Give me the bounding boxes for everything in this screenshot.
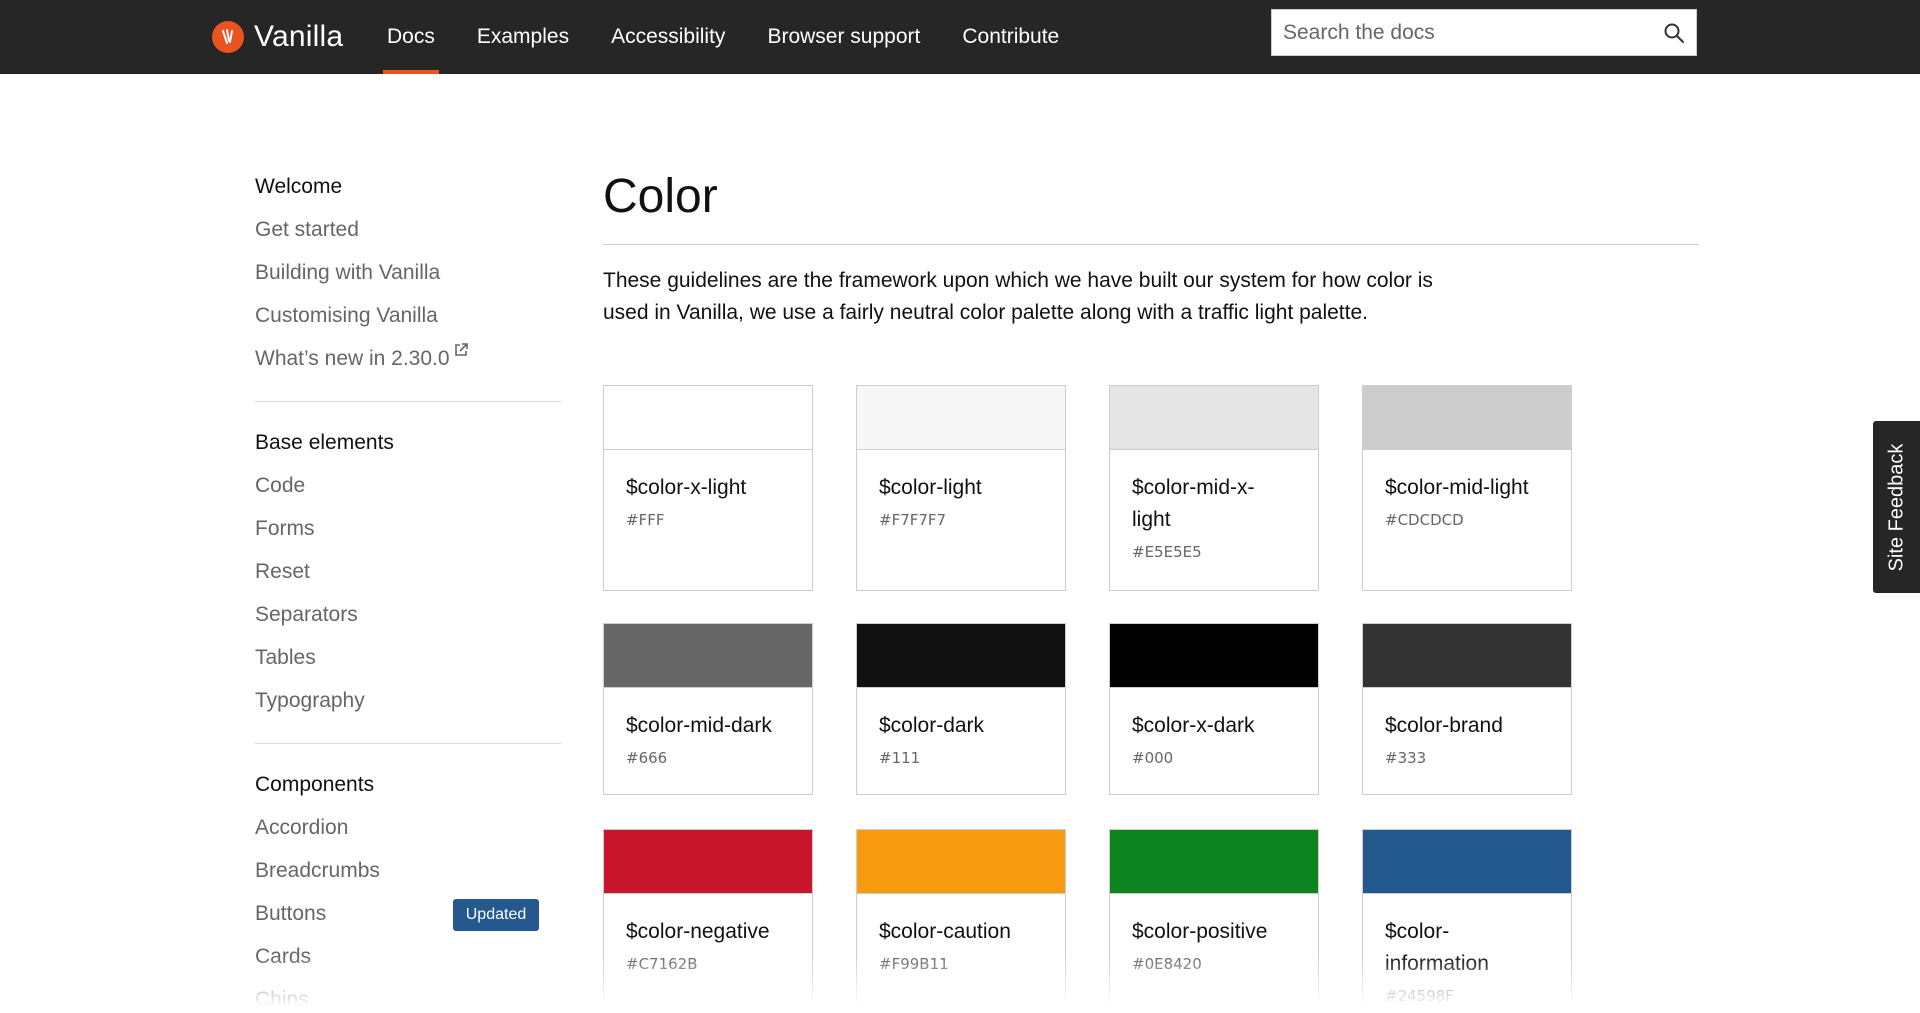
sidebar-item-whats-new[interactable]: What’s new in 2.30.0: [255, 337, 561, 380]
search-button[interactable]: [1652, 10, 1696, 55]
swatch-name: $color-dark: [879, 714, 985, 737]
color-swatch: $color-brand #333: [1362, 623, 1572, 795]
sidebar-item-tables[interactable]: Tables: [255, 636, 561, 679]
swatch-name: $color-negative: [626, 920, 770, 943]
color-swatch: $color-information #24598F: [1362, 829, 1572, 1013]
intro-paragraph: These guidelines are the framework upon …: [603, 265, 1503, 329]
swatch-color-chip: [1110, 830, 1318, 894]
brand-link[interactable]: Vanilla: [212, 20, 344, 53]
sidebar-item-breadcrumbs[interactable]: Breadcrumbs: [255, 849, 561, 892]
color-swatch: $color-dark #111: [856, 623, 1066, 795]
search-box: [1271, 9, 1697, 56]
sidebar-heading[interactable]: Components: [255, 763, 561, 806]
color-swatch: $color-mid-dark #666: [603, 623, 813, 795]
intro-line: used in Vanilla, we use a fairly neutral…: [603, 301, 1368, 324]
swatch-name: $color-positive: [1132, 920, 1268, 943]
sidebar-item-label: Buttons: [255, 902, 327, 925]
top-navigation: Vanilla Docs Examples Accessibility Brow…: [0, 0, 1920, 74]
sidebar-item-code[interactable]: Code: [255, 464, 561, 507]
swatch-hex: #333: [1385, 749, 1427, 767]
color-swatch: $color-caution #F99B11: [856, 829, 1066, 1013]
swatch-hex: #F7F7F7: [879, 511, 947, 529]
swatch-hex: #666: [626, 749, 668, 767]
site-feedback-tab[interactable]: Site Feedback: [1873, 421, 1920, 593]
swatch-color-chip: [604, 830, 812, 894]
color-swatch: $color-x-light #FFF: [603, 385, 813, 591]
sidebar-item-get-started[interactable]: Get started: [255, 208, 561, 251]
page-title: Color: [603, 165, 1699, 245]
nav-contribute[interactable]: Contribute: [941, 0, 1080, 74]
swatch-hex: #111: [879, 749, 921, 767]
sidebar-item-chips[interactable]: Chips: [255, 978, 561, 1013]
swatch-name: $color-information: [1385, 920, 1489, 975]
swatch-hex: #FFF: [626, 511, 665, 529]
search-icon: [1664, 23, 1684, 43]
sidebar-item-cards[interactable]: Cards: [255, 935, 561, 978]
docs-sidebar: Welcome Get started Building with Vanill…: [255, 165, 561, 1013]
swatch-hex: #F99B11: [879, 955, 949, 973]
swatch-color-chip: [857, 830, 1065, 894]
main-nav: Docs Examples Accessibility Browser supp…: [366, 0, 1080, 74]
sidebar-group-components: Components Accordion Breadcrumbs Buttons…: [255, 763, 561, 1013]
color-swatch: $color-positive #0E8420: [1109, 829, 1319, 1013]
swatch-hex: #C7162B: [626, 955, 698, 973]
swatch-color-chip: [1110, 386, 1318, 450]
swatch-name: $color-x-light: [626, 476, 747, 499]
color-swatch: $color-mid-light #CDCDCD: [1362, 385, 1572, 591]
swatch-name: $color-mid-dark: [626, 714, 772, 737]
site-feedback-label: Site Feedback: [1885, 443, 1908, 571]
swatch-name: $color-caution: [879, 920, 1011, 943]
swatch-name: $color-light: [879, 476, 982, 499]
swatch-hex: #E5E5E5: [1132, 543, 1202, 561]
sidebar-heading[interactable]: Base elements: [255, 421, 561, 464]
swatch-color-chip: [1363, 624, 1571, 688]
vanilla-logo-icon: [212, 21, 244, 53]
nav-docs[interactable]: Docs: [366, 0, 456, 74]
sidebar-item-accordion[interactable]: Accordion: [255, 806, 561, 849]
color-swatch: $color-x-dark #000: [1109, 623, 1319, 795]
color-swatch: $color-mid-x-light #E5E5E5: [1109, 385, 1319, 591]
swatch-name: $color-x-dark: [1132, 714, 1255, 737]
brand-name: Vanilla: [254, 20, 344, 53]
sidebar-item-reset[interactable]: Reset: [255, 550, 561, 593]
sidebar-item-forms[interactable]: Forms: [255, 507, 561, 550]
sidebar-item-typography[interactable]: Typography: [255, 679, 561, 722]
swatch-color-chip: [857, 624, 1065, 688]
sidebar-group-base-elements: Base elements Code Forms Reset Separator…: [255, 421, 561, 744]
nav-accessibility[interactable]: Accessibility: [590, 0, 746, 74]
swatch-name: $color-mid-x-light: [1132, 476, 1255, 531]
nav-browser-support[interactable]: Browser support: [746, 0, 941, 74]
sidebar-item-label: What’s new in 2.30.0: [255, 347, 450, 370]
nav-examples[interactable]: Examples: [456, 0, 590, 74]
swatch-color-chip: [857, 386, 1065, 450]
external-link-icon: [454, 343, 468, 356]
sidebar-group-welcome: Welcome Get started Building with Vanill…: [255, 165, 561, 402]
intro-line: These guidelines are the framework upon …: [603, 269, 1433, 292]
swatch-color-chip: [1363, 830, 1571, 894]
swatch-color-chip: [1110, 624, 1318, 688]
swatch-color-chip: [604, 624, 812, 688]
swatch-name: $color-mid-light: [1385, 476, 1529, 499]
swatch-hex: #24598F: [1385, 987, 1454, 1005]
sidebar-item-customising-vanilla[interactable]: Customising Vanilla: [255, 294, 561, 337]
main-content: Color These guidelines are the framework…: [603, 165, 1699, 1013]
swatch-hex: #000: [1132, 749, 1174, 767]
updated-badge: Updated: [453, 899, 539, 931]
swatch-color-chip: [604, 386, 812, 450]
color-swatch: $color-light #F7F7F7: [856, 385, 1066, 591]
search-input[interactable]: [1272, 10, 1652, 55]
sidebar-item-building-with-vanilla[interactable]: Building with Vanilla: [255, 251, 561, 294]
swatch-hex: #0E8420: [1132, 955, 1202, 973]
sidebar-heading[interactable]: Welcome: [255, 165, 561, 208]
swatch-color-chip: [1363, 386, 1571, 450]
sidebar-item-buttons[interactable]: Buttons Updated: [255, 892, 561, 935]
sidebar-item-separators[interactable]: Separators: [255, 593, 561, 636]
swatch-name: $color-brand: [1385, 714, 1503, 737]
swatch-hex: #CDCDCD: [1385, 511, 1464, 529]
color-swatch: $color-negative #C7162B: [603, 829, 813, 1013]
